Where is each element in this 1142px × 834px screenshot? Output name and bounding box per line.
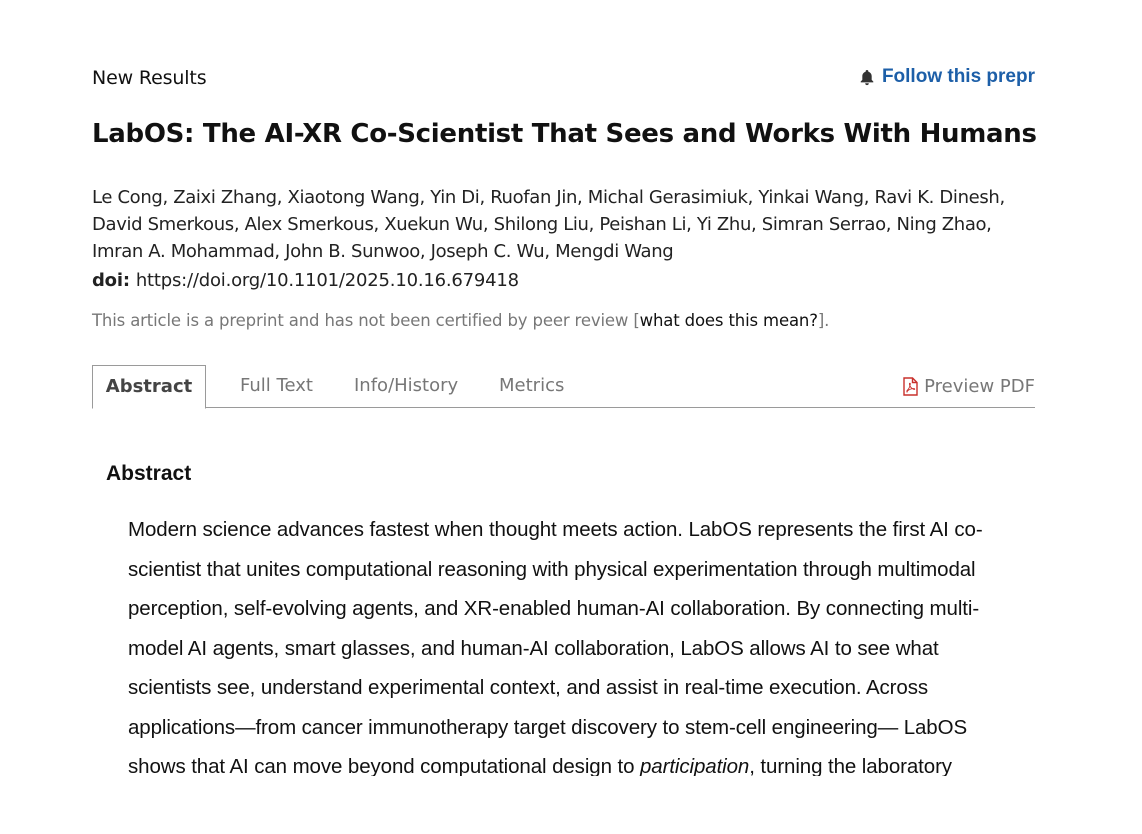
abstract-heading: Abstract: [106, 462, 192, 485]
author-name[interactable]: Imran A. Mohammad: [92, 241, 275, 262]
author-name[interactable]: Yin Di: [430, 187, 480, 208]
author-name[interactable]: Mengdi Wang: [555, 241, 674, 262]
author-name[interactable]: Ning Zhao: [897, 214, 987, 235]
article-page: New Results Follow this prepr LabOS: The…: [92, 0, 1037, 834]
bell-icon: [860, 69, 874, 86]
abstract-line-end: , turning the laboratory: [749, 755, 952, 778]
abstract-line: perception, self-evolving agents, and XR…: [128, 597, 980, 620]
abstract-emphasis: participation: [639, 755, 750, 778]
follow-label: Follow this prepr: [881, 66, 1035, 87]
tab-metrics[interactable]: Metrics: [499, 365, 564, 407]
tab-info-history[interactable]: Info/History: [354, 365, 458, 407]
author-name[interactable]: Xuekun Wu: [384, 214, 483, 235]
pdf-file-icon: [903, 376, 918, 396]
author-name[interactable]: Simran Serrao: [762, 214, 886, 235]
peer-note-text: This article is a preprint and has not b…: [92, 311, 640, 330]
doi-link[interactable]: https://doi.org/10.1101/2025.10.16.67941…: [136, 270, 519, 291]
author-name[interactable]: John B. Sunwoo: [285, 241, 420, 262]
doi-label: doi:: [92, 270, 130, 291]
abstract-line: scientist that unites computational reas…: [128, 557, 976, 581]
tab-abstract[interactable]: Abstract: [92, 365, 206, 409]
preview-pdf-label: Preview PDF: [924, 375, 1035, 397]
abstract-line: model AI agents, smart glasses, and huma…: [128, 636, 939, 660]
author-name[interactable]: Alex Smerkous: [245, 214, 374, 235]
author-name[interactable]: Ruofan Jin: [490, 187, 577, 208]
author-name[interactable]: Michal Gerasimiuk: [588, 187, 748, 208]
author-name[interactable]: Joseph C. Wu: [431, 241, 545, 262]
abstract-line: applications—from cancer immunotherapy t…: [128, 715, 968, 739]
article-header-row: New Results Follow this prepr: [92, 66, 1035, 94]
author-name[interactable]: Yi Zhu: [697, 214, 751, 235]
author-name[interactable]: Yinkai Wang: [758, 187, 864, 208]
author-name[interactable]: Peishan Li: [599, 214, 686, 235]
abstract-text: Modern science advances fastest when tho…: [128, 510, 1033, 787]
peer-note-suffix: ].: [817, 311, 830, 330]
article-tabs: Abstract Full Text Info/History Metrics …: [92, 365, 1035, 409]
abstract-line: Modern science advances fastest when tho…: [128, 518, 983, 541]
article-title: LabOS: The AI-XR Co-Scientist That Sees …: [92, 119, 1037, 149]
section-label: New Results: [92, 67, 207, 89]
author-name[interactable]: Le Cong: [92, 187, 163, 208]
peer-review-notice: This article is a preprint and has not b…: [92, 311, 829, 330]
doi-row: doi: https://doi.org/10.1101/2025.10.16.6…: [92, 270, 519, 291]
author-name[interactable]: Shilong Liu: [494, 214, 589, 235]
preview-pdf-link[interactable]: Preview PDF: [903, 365, 1035, 407]
author-name[interactable]: Zaixi Zhang: [173, 187, 277, 208]
abstract-line-start: shows that AI can move beyond computatio…: [128, 755, 640, 778]
tab-full-text[interactable]: Full Text: [240, 365, 313, 407]
author-name[interactable]: David Smerkous: [92, 214, 234, 235]
author-name[interactable]: Xiaotong Wang: [287, 187, 419, 208]
abstract-line: scientists see, understand experimental …: [128, 676, 929, 699]
author-name[interactable]: Ravi K. Dinesh: [874, 187, 999, 208]
follow-preprint-link[interactable]: Follow this prepr: [858, 66, 1035, 88]
what-does-this-mean-link[interactable]: what does this mean?: [640, 311, 818, 330]
viewport-cutoff: [0, 776, 1142, 834]
author-list: Le Cong, Zaixi Zhang, Xiaotong Wang, Yin…: [92, 187, 1005, 262]
